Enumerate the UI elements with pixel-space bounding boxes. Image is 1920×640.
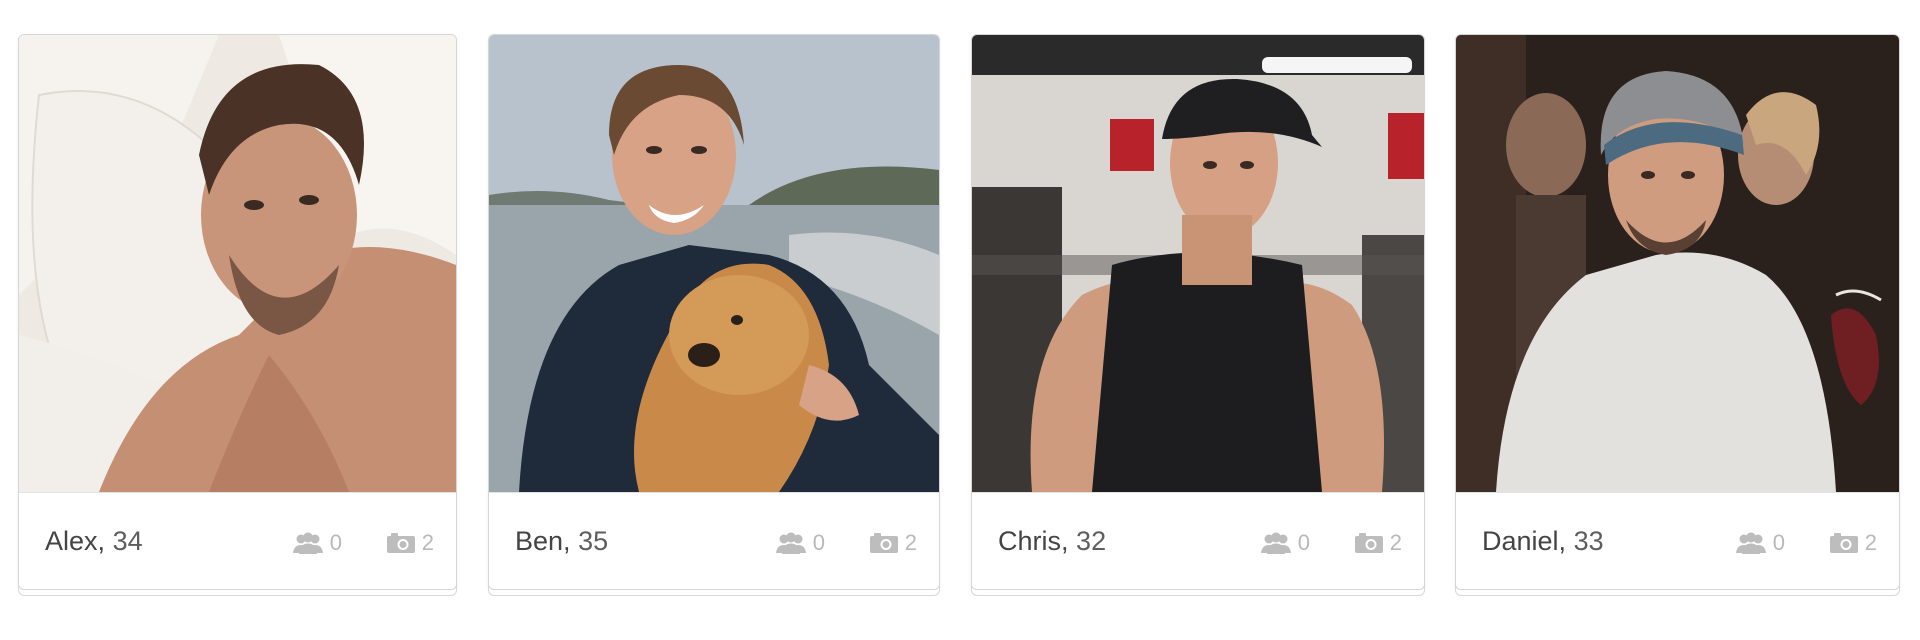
profile-card-footer: Ben, 35 0 2 — [489, 492, 939, 589]
name-age-separator: , — [97, 526, 106, 556]
profile-photo[interactable] — [489, 35, 939, 492]
friends-icon — [775, 532, 807, 554]
friends-count: 0 — [1297, 530, 1310, 555]
friends-icon — [292, 532, 324, 554]
name-age-separator: , — [1558, 526, 1567, 556]
profile-name: Alex — [45, 526, 98, 556]
friends-count-stat: 0 — [775, 530, 825, 556]
photos-count-stat: 2 — [386, 530, 434, 556]
friends-count: 0 — [1772, 530, 1785, 555]
friends-count-stat: 0 — [292, 530, 342, 556]
profile-card-ben[interactable]: Ben, 35 0 2 — [488, 34, 940, 590]
name-age-separator: , — [1061, 526, 1069, 556]
profile-name: Daniel — [1482, 526, 1559, 556]
profile-photo-image — [972, 35, 1424, 492]
photos-count: 2 — [1864, 530, 1877, 555]
profile-card-footer: Chris, 32 0 2 — [972, 492, 1424, 589]
profile-name: Chris — [998, 526, 1062, 556]
profile-age: 35 — [578, 526, 609, 556]
friends-count-stat: 0 — [1260, 530, 1310, 556]
profile-name-age[interactable]: Daniel, 33 — [1482, 526, 1604, 557]
profile-name: Ben — [515, 526, 564, 556]
camera-icon — [1354, 532, 1384, 554]
profile-photo[interactable] — [19, 35, 456, 492]
profile-photo[interactable] — [972, 35, 1424, 492]
profile-age: 32 — [1076, 526, 1107, 556]
camera-icon — [869, 532, 899, 554]
profile-photo-image — [1456, 35, 1899, 492]
profile-photo-image — [489, 35, 939, 492]
profile-card-daniel[interactable]: Daniel, 33 0 2 — [1455, 34, 1900, 590]
profile-age: 33 — [1573, 526, 1604, 556]
name-age-separator: , — [563, 526, 571, 556]
profile-card-footer: Alex, 34 0 2 — [19, 492, 456, 589]
friends-icon — [1735, 532, 1767, 554]
profile-photo[interactable] — [1456, 35, 1899, 492]
camera-icon — [1829, 532, 1859, 554]
profile-name-age[interactable]: Chris, 32 — [998, 526, 1106, 557]
profile-name-age[interactable]: Alex, 34 — [45, 526, 143, 557]
profile-photo-image — [19, 35, 456, 492]
photos-count: 2 — [904, 530, 917, 555]
photos-count: 2 — [1389, 530, 1402, 555]
profile-age: 34 — [112, 526, 143, 556]
profile-card-footer: Daniel, 33 0 2 — [1456, 492, 1899, 589]
photos-count-stat: 2 — [1829, 530, 1877, 556]
photos-count-stat: 2 — [1354, 530, 1402, 556]
friends-count: 0 — [329, 530, 342, 555]
friends-count-stat: 0 — [1735, 530, 1785, 556]
profile-card-alex[interactable]: Alex, 34 0 2 — [18, 34, 457, 590]
friends-icon — [1260, 532, 1292, 554]
profile-card-chris[interactable]: Chris, 32 0 2 — [971, 34, 1425, 590]
camera-icon — [386, 532, 416, 554]
photos-count: 2 — [421, 530, 434, 555]
photos-count-stat: 2 — [869, 530, 917, 556]
profile-name-age[interactable]: Ben, 35 — [515, 526, 608, 557]
friends-count: 0 — [812, 530, 825, 555]
